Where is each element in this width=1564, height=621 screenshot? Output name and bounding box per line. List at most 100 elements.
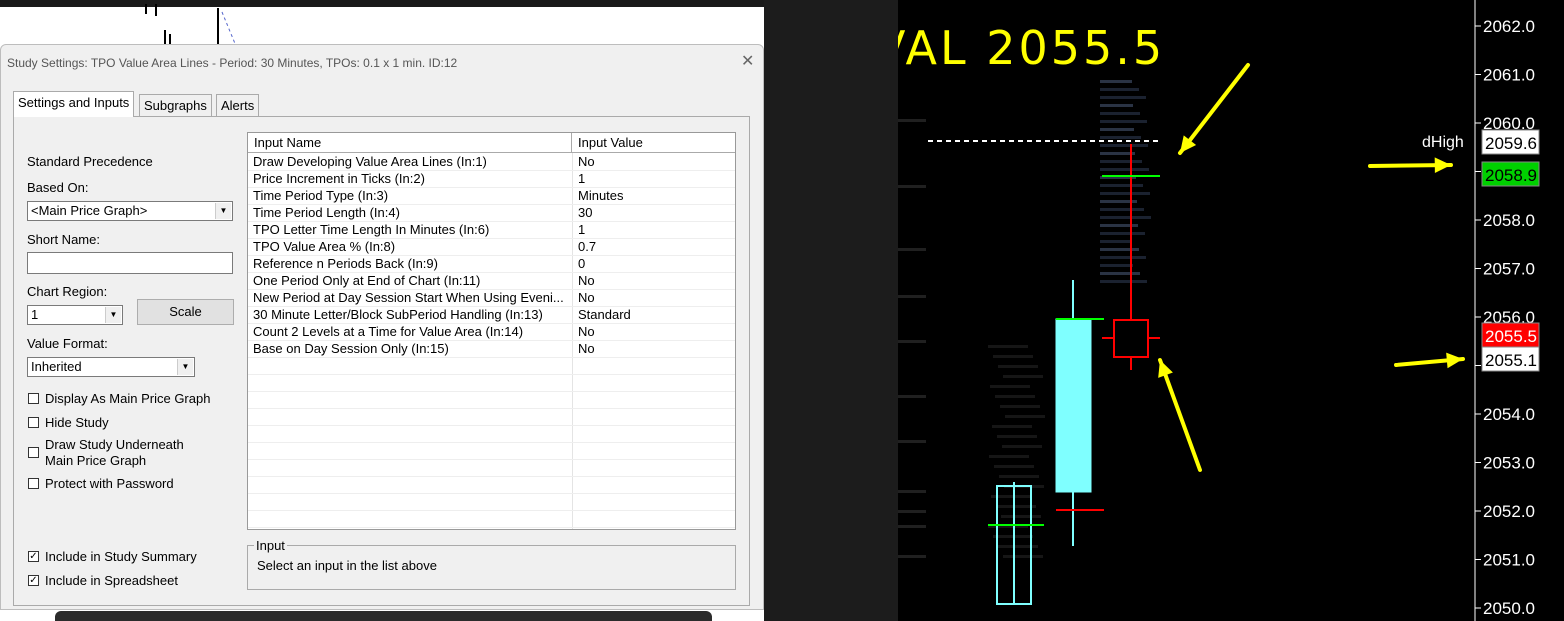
value-format-value: Inherited	[31, 359, 82, 374]
input-name-cell[interactable]: Base on Day Session Only (In:15)	[253, 340, 565, 357]
candle-body	[1113, 319, 1149, 358]
profile-dash	[1100, 168, 1149, 171]
profile-dash	[1100, 264, 1133, 267]
input-value-cell[interactable]: No	[578, 153, 595, 170]
input-value-cell[interactable]: 1	[578, 170, 585, 187]
dhigh-label: dHigh	[1422, 134, 1464, 151]
input-value-cell[interactable]: 1	[578, 221, 585, 238]
table-row[interactable]: TPO Letter Time Length In Minutes (In:6)…	[248, 221, 735, 238]
column-header-input-value[interactable]: Input Value	[572, 133, 735, 153]
input-value-cell[interactable]: 0.7	[578, 238, 596, 255]
profile-dash	[989, 455, 1029, 458]
tab-alerts[interactable]: Alerts	[216, 94, 260, 116]
input-value-cell[interactable]: 30	[578, 204, 592, 221]
profile-dash	[1003, 555, 1043, 558]
chevron-down-icon[interactable]: ▼	[105, 307, 121, 323]
include-study-summary-checkbox[interactable]: ✓	[28, 551, 39, 562]
profile-dash	[1100, 104, 1133, 107]
tab-settings-and-inputs[interactable]: Settings and Inputs	[13, 91, 135, 117]
scale-button[interactable]: Scale	[137, 299, 234, 325]
input-name-cell[interactable]: Time Period Length (In:4)	[253, 204, 565, 221]
profile-dash	[1100, 256, 1146, 259]
price-tick-label: 2050.0	[1483, 599, 1535, 618]
price-tick-label: 2062.0	[1483, 17, 1535, 36]
profile-dash	[1100, 232, 1145, 235]
profile-dash	[1100, 112, 1140, 115]
table-row[interactable]: One Period Only at End of Chart (In:11) N…	[248, 272, 735, 289]
profile-dash	[1100, 240, 1132, 243]
input-name-cell[interactable]: TPO Letter Time Length In Minutes (In:6)	[253, 221, 565, 238]
price-tick-label: 2061.0	[1483, 66, 1535, 85]
chart-gap	[764, 0, 898, 621]
input-name-cell[interactable]: 30 Minute Letter/Block SubPeriod Handlin…	[253, 306, 565, 323]
chart-region-label: Chart Region:	[27, 284, 108, 299]
profile-dash	[988, 345, 1028, 348]
input-value-cell[interactable]: No	[578, 289, 595, 306]
value-format-label: Value Format:	[27, 336, 108, 351]
profile-dash	[898, 555, 926, 558]
protect-password-label: Protect with Password	[45, 476, 174, 491]
input-name-cell[interactable]: Price Increment in Ticks (In:2)	[253, 170, 565, 187]
table-row[interactable]: 30 Minute Letter/Block SubPeriod Handlin…	[248, 306, 735, 323]
table-row[interactable]: Time Period Length (In:4) 30	[248, 204, 735, 221]
input-name-cell[interactable]: Count 2 Levels at a Time for Value Area …	[253, 323, 565, 340]
table-row[interactable]: Count 2 Levels at a Time for Value Area …	[248, 323, 735, 340]
include-spreadsheet-checkbox[interactable]: ✓	[28, 575, 39, 586]
input-name-cell[interactable]: New Period at Day Session Start When Usi…	[253, 289, 565, 306]
close-icon[interactable]: ✕	[741, 51, 754, 71]
profile-dash	[898, 395, 926, 398]
table-row[interactable]: Draw Developing Value Area Lines (In:1) N…	[248, 153, 735, 170]
input-name-cell[interactable]: One Period Only at End of Chart (In:11)	[253, 272, 565, 289]
price-tick-label: 2054.0	[1483, 405, 1535, 424]
input-value-cell[interactable]: No	[578, 340, 595, 357]
short-name-input[interactable]	[27, 252, 233, 274]
input-value-cell[interactable]: Minutes	[578, 187, 624, 204]
input-value-cell[interactable]: 0	[578, 255, 585, 272]
chart-region-select[interactable]: 1 ▼	[27, 305, 123, 325]
table-row[interactable]: New Period at Day Session Start When Usi…	[248, 289, 735, 306]
chart-region-value: 1	[31, 307, 39, 322]
table-row[interactable]: Reference n Periods Back (In:9) 0	[248, 255, 735, 272]
value-format-select[interactable]: Inherited ▼	[27, 357, 195, 377]
profile-dash	[898, 340, 926, 343]
arrow-head-icon	[1434, 157, 1451, 174]
inputs-table: Input Name Input Value Draw Developing V…	[247, 132, 736, 530]
profile-dash	[990, 385, 1030, 388]
protect-password-checkbox[interactable]	[28, 478, 39, 489]
input-name-cell[interactable]: Reference n Periods Back (In:9)	[253, 255, 565, 272]
arrow-head-icon	[1446, 352, 1463, 369]
chevron-down-icon[interactable]: ▼	[177, 359, 193, 375]
chevron-down-icon[interactable]: ▼	[215, 203, 231, 219]
include-study-summary-label: Include in Study Summary	[45, 549, 197, 564]
taskbar	[55, 611, 712, 621]
table-row[interactable]: Price Increment in Ticks (In:2) 1	[248, 170, 735, 187]
table-row[interactable]: Time Period Type (In:3) Minutes	[248, 187, 735, 204]
profile-dash	[1100, 160, 1142, 163]
profile-dash	[1100, 248, 1139, 251]
draw-underneath-checkbox[interactable]	[28, 447, 39, 458]
based-on-select[interactable]: <Main Price Graph> ▼	[27, 201, 233, 221]
profile-dash	[1100, 280, 1147, 283]
dialog-title: Study Settings: TPO Value Area Lines - P…	[7, 56, 458, 70]
input-value-cell[interactable]: No	[578, 323, 595, 340]
input-value-cell[interactable]: Standard	[578, 306, 631, 323]
input-value-cell[interactable]: No	[578, 272, 595, 289]
input-name-cell[interactable]: Draw Developing Value Area Lines (In:1)	[253, 153, 565, 170]
profile-dash	[999, 475, 1039, 478]
draw-underneath-label: Draw Study Underneath	[45, 437, 184, 452]
profile-dash	[1100, 80, 1132, 83]
profile-dash	[1100, 184, 1143, 187]
profile-dash	[898, 248, 926, 251]
profile-dash	[1000, 405, 1040, 408]
column-header-input-name[interactable]: Input Name	[248, 133, 572, 153]
hide-study-checkbox[interactable]	[28, 417, 39, 428]
table-row[interactable]: TPO Value Area % (In:8) 0.7	[248, 238, 735, 255]
tab-subgraphs[interactable]: Subgraphs	[139, 94, 212, 116]
profile-dash	[1100, 272, 1140, 275]
input-name-cell[interactable]: TPO Value Area % (In:8)	[253, 238, 565, 255]
display-as-main-checkbox[interactable]	[28, 393, 39, 404]
table-row[interactable]: Base on Day Session Only (In:15) No	[248, 340, 735, 357]
input-name-cell[interactable]: Time Period Type (In:3)	[253, 187, 565, 204]
profile-dash	[898, 185, 926, 188]
profile-dash	[1100, 88, 1139, 91]
